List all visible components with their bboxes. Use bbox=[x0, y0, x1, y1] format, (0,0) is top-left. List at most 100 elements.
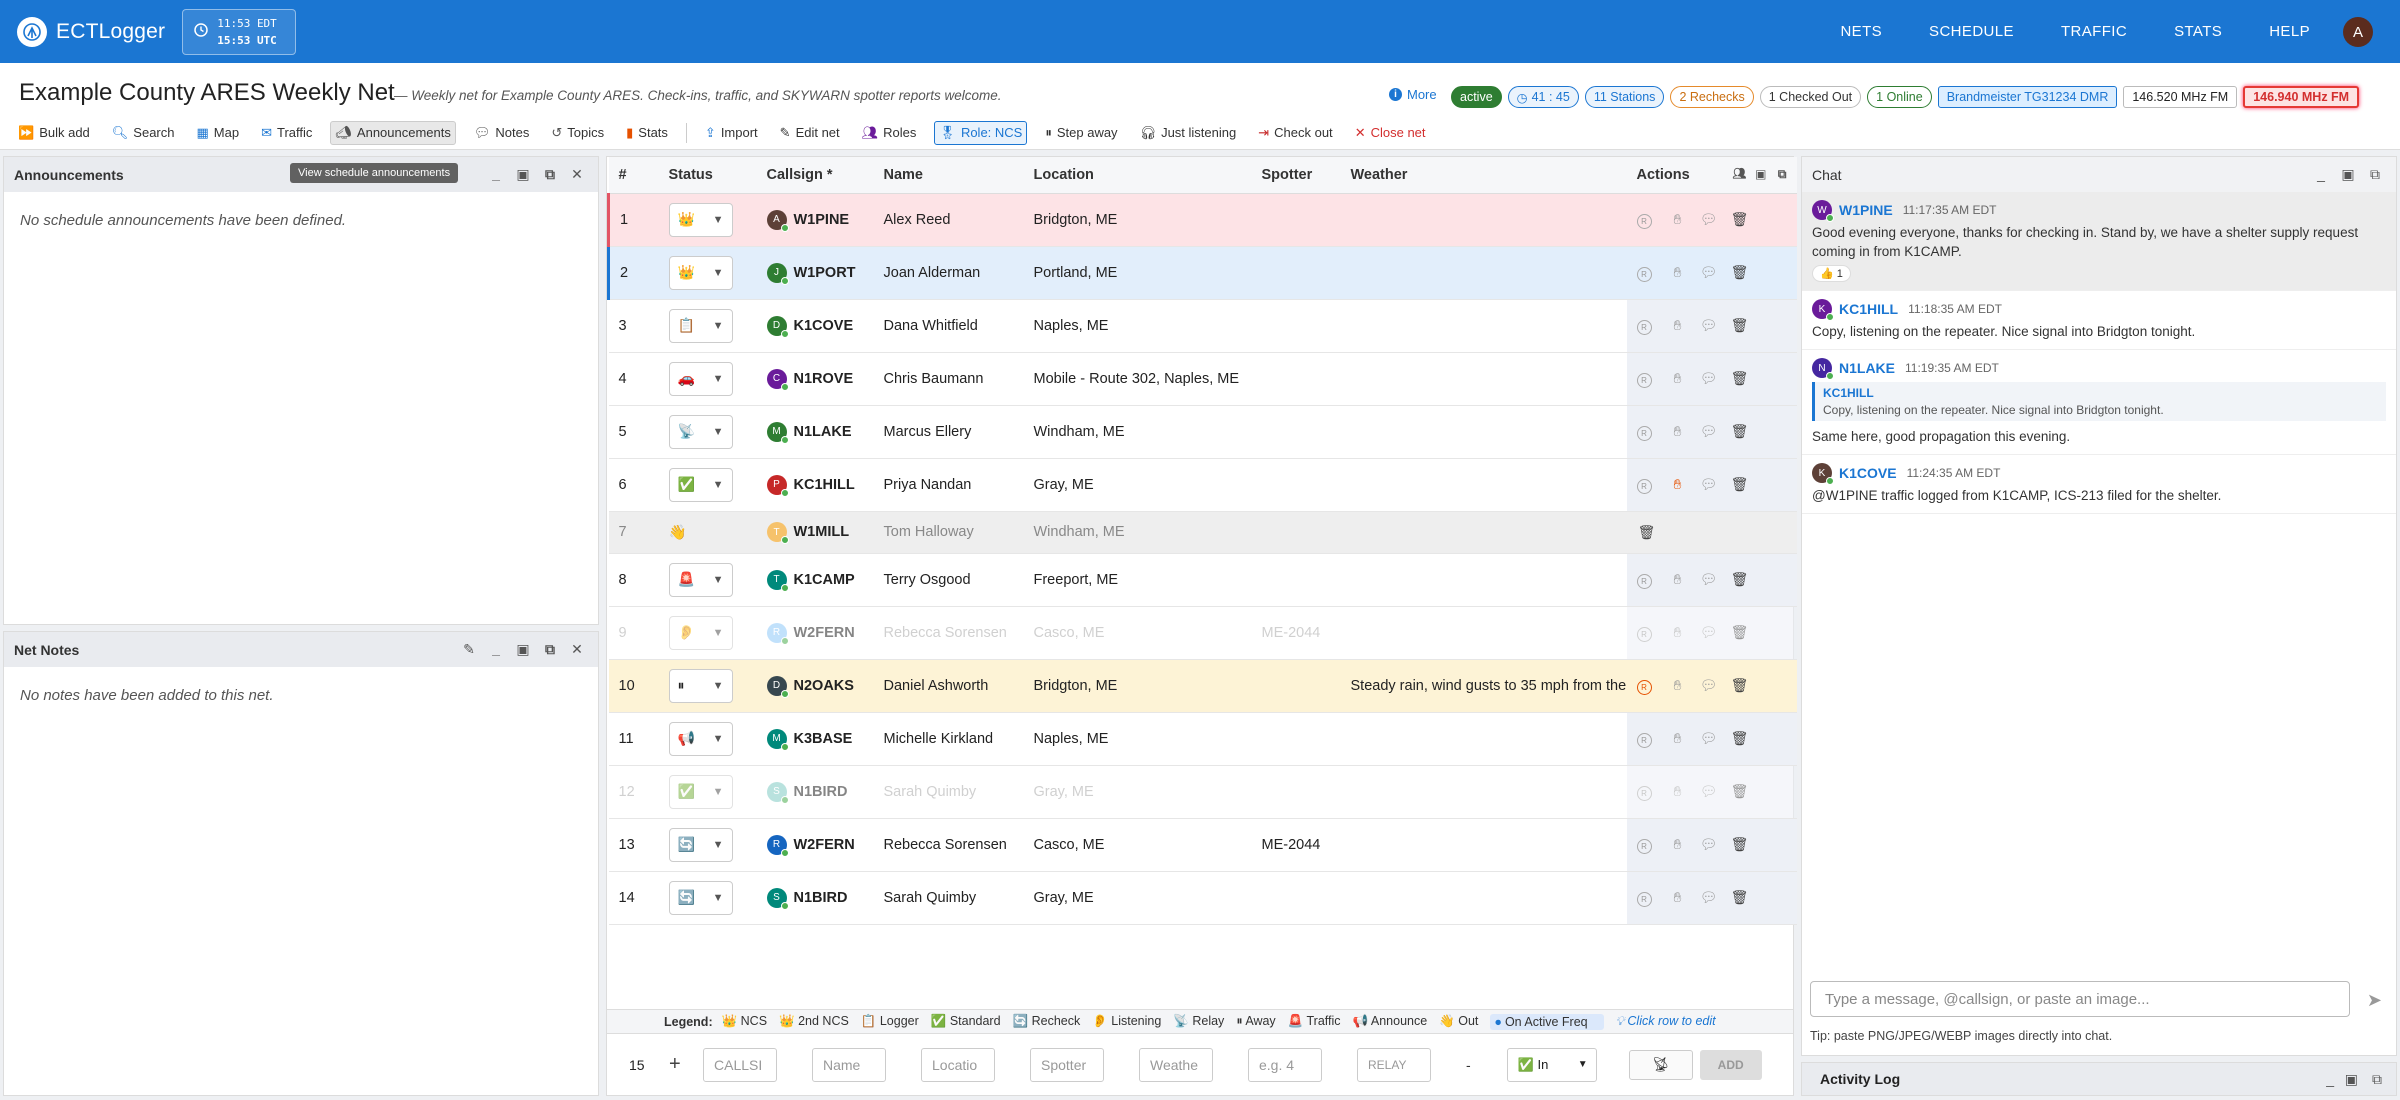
chat-input[interactable]: Type a message, @callsign, or paste an i… bbox=[1810, 981, 2350, 1017]
delete-icon[interactable]: 🗑︎ bbox=[1730, 476, 1750, 493]
hand-raise-icon[interactable]: ✋︎ bbox=[1668, 624, 1688, 641]
status-select[interactable]: 📢 ▼ bbox=[668, 721, 733, 756]
delete-icon[interactable]: 🗑︎ bbox=[1730, 317, 1750, 334]
close-icon[interactable]: ✕ bbox=[568, 165, 586, 183]
row-location[interactable]: Windham, ME bbox=[1023, 405, 1252, 459]
recheck-circle-icon[interactable]: R bbox=[1636, 677, 1657, 695]
status-select[interactable]: 🚗 ▼ bbox=[668, 361, 733, 396]
delete-icon[interactable]: 🗑︎ bbox=[1730, 370, 1750, 387]
status-select[interactable]: 🔄 ▼ bbox=[668, 880, 733, 915]
table-row[interactable]: 11 📢 ▼ M K3BASE Michelle Kirkland Naples, … bbox=[608, 712, 1797, 766]
delete-icon[interactable]: 🗑︎ bbox=[1730, 264, 1750, 281]
row-callsign[interactable]: D K1COVE bbox=[756, 299, 874, 353]
add-button[interactable]: ADD bbox=[1699, 1049, 1762, 1080]
activity-log-header[interactable]: Activity Log _ ▣ ⧉ bbox=[1801, 1062, 2397, 1096]
row-spotter[interactable] bbox=[1251, 712, 1341, 766]
row-callsign[interactable]: R W2FERN bbox=[756, 606, 874, 660]
recheck-circle-icon[interactable]: R bbox=[1636, 624, 1657, 642]
row-spotter[interactable] bbox=[1251, 458, 1341, 512]
hand-raise-icon[interactable]: ✋︎ bbox=[1668, 317, 1688, 334]
minimize-icon[interactable]: _ bbox=[487, 165, 505, 183]
message-callsign[interactable]: N1LAKE bbox=[1839, 360, 1895, 376]
chat-bubble-icon[interactable]: 💬︎ bbox=[1699, 423, 1719, 440]
row-name[interactable]: Terry Osgood bbox=[873, 553, 1024, 607]
chat-bubble-icon[interactable]: 💬︎ bbox=[1699, 476, 1719, 493]
row-weather[interactable] bbox=[1340, 818, 1627, 872]
row-location[interactable]: Bridgton, ME bbox=[1023, 193, 1252, 247]
row-name[interactable]: Daniel Ashworth bbox=[873, 659, 1024, 713]
status-select[interactable]: 👑 ▼ bbox=[668, 202, 733, 237]
nav-traffic[interactable]: TRAFFIC bbox=[2061, 23, 2127, 40]
hand-raise-icon[interactable]: ✋︎ bbox=[1668, 783, 1688, 800]
delete-icon[interactable]: 🗑︎ bbox=[1730, 677, 1750, 694]
recheck-circle-icon[interactable]: R bbox=[1636, 783, 1657, 801]
recheck-circle-icon[interactable]: R bbox=[1636, 730, 1657, 748]
row-callsign[interactable]: D N2OAKS bbox=[756, 659, 874, 713]
relay-input[interactable]: RELAY bbox=[1357, 1047, 1431, 1082]
hand-raise-icon[interactable]: ✋︎ bbox=[1668, 730, 1688, 747]
dock-icon[interactable]: ▣ bbox=[2339, 165, 2357, 183]
nav-schedule[interactable]: SCHEDULE bbox=[1929, 23, 2014, 40]
nav-stats[interactable]: STATS bbox=[2174, 23, 2222, 40]
table-row[interactable]: 1 👑 ▼ A W1PINE Alex Reed Bridgton, ME R ✋︎… bbox=[607, 193, 1797, 247]
table-row[interactable]: 2 👑 ▼ J W1PORT Joan Alderman Portland, ME … bbox=[607, 246, 1797, 300]
weather-input[interactable]: Weathe bbox=[1139, 1047, 1213, 1082]
search-button[interactable]: 🔍︎ Search bbox=[108, 121, 179, 145]
hand-raise-icon[interactable]: ✋︎ bbox=[1668, 423, 1688, 440]
chat-message[interactable]: K K1COVE 11:24:35 AM EDT @W1PINE traffic lo… bbox=[1802, 455, 2396, 514]
table-row[interactable]: 7 👋 T W1MILL Tom Halloway Windham, ME 🗑︎ bbox=[608, 511, 1797, 554]
table-row[interactable]: 4 🚗 ▼ C N1ROVE Chris Baumann Mobile - Rout… bbox=[608, 352, 1797, 406]
row-weather[interactable] bbox=[1340, 299, 1627, 353]
hand-raise-icon[interactable]: ✋︎ bbox=[1668, 476, 1688, 493]
close-net-button[interactable]: ✕ Close net bbox=[1351, 121, 1430, 145]
nav-help[interactable]: HELP bbox=[2269, 23, 2310, 40]
user-avatar[interactable]: A bbox=[2343, 17, 2373, 47]
chat-bubble-icon[interactable]: 💬︎ bbox=[1699, 677, 1719, 694]
status-select[interactable]: 📋 ▼ bbox=[668, 308, 733, 343]
popout-icon[interactable]: ⧉ bbox=[2366, 165, 2384, 183]
row-weather[interactable] bbox=[1340, 712, 1627, 766]
row-name[interactable]: Rebecca Sorensen bbox=[873, 606, 1024, 660]
edit-icon[interactable]: ✎ bbox=[460, 640, 478, 658]
extra-input[interactable]: e.g. 4 bbox=[1248, 1047, 1322, 1082]
row-callsign[interactable]: S N1BIRD bbox=[756, 765, 874, 819]
col-status[interactable]: Status bbox=[658, 157, 757, 194]
row-name[interactable]: Sarah Quimby bbox=[873, 871, 1024, 925]
table-row[interactable]: 10 ⏸ ▼ D N2OAKS Daniel Ashworth Bridgton, … bbox=[608, 659, 1797, 713]
chat-message[interactable]: W W1PINE 11:17:35 AM EDT Good evening every… bbox=[1802, 192, 2396, 291]
row-spotter[interactable] bbox=[1251, 511, 1341, 554]
status-select[interactable]: ✅ ▼ bbox=[668, 467, 733, 502]
popout-icon[interactable]: ⧉ bbox=[2372, 1071, 2382, 1088]
delete-icon[interactable]: 🗑︎ bbox=[1730, 730, 1750, 747]
map-button[interactable]: ▦ Map bbox=[193, 121, 244, 145]
send-icon[interactable]: ➤ bbox=[2367, 990, 2382, 1011]
row-name[interactable]: Priya Nandan bbox=[873, 458, 1024, 512]
row-weather[interactable] bbox=[1340, 871, 1627, 925]
roles-button[interactable]: 👥︎ Roles bbox=[858, 121, 921, 145]
table-row[interactable]: 12 ✅ ▼ S N1BIRD Sarah Quimby Gray, ME R ✋︎… bbox=[608, 765, 1797, 819]
traffic-button[interactable]: ✉ Traffic bbox=[257, 121, 316, 145]
table-row[interactable]: 3 📋 ▼ D K1COVE Dana Whitfield Naples, ME R… bbox=[608, 299, 1797, 353]
row-spotter[interactable] bbox=[1251, 246, 1341, 300]
add-row-plus-icon[interactable]: + bbox=[669, 1053, 703, 1076]
delete-icon[interactable]: 🗑︎ bbox=[1730, 889, 1750, 906]
delete-icon[interactable]: 🗑︎ bbox=[1730, 423, 1750, 440]
name-input[interactable]: Name bbox=[812, 1047, 886, 1082]
row-callsign[interactable]: T W1MILL bbox=[756, 511, 874, 554]
chat-message[interactable]: K KC1HILL 11:18:35 AM EDT Copy, listening o… bbox=[1802, 291, 2396, 350]
topics-button[interactable]: ↺ Topics bbox=[547, 121, 608, 145]
recheck-circle-icon[interactable]: R bbox=[1636, 264, 1657, 282]
recheck-circle-icon[interactable]: R bbox=[1636, 317, 1657, 335]
brand[interactable]: ECTLogger bbox=[17, 16, 165, 47]
row-callsign[interactable]: T K1CAMP bbox=[756, 553, 874, 607]
notes-button[interactable]: 💬︎ Notes bbox=[470, 121, 533, 145]
recheck-circle-icon[interactable]: R bbox=[1636, 836, 1657, 854]
col-weather[interactable]: Weather bbox=[1340, 157, 1627, 194]
row-spotter[interactable] bbox=[1251, 553, 1341, 607]
spotter-input[interactable]: Spotter bbox=[1030, 1047, 1104, 1082]
row-weather[interactable] bbox=[1340, 553, 1627, 607]
chat-bubble-icon[interactable]: 💬︎ bbox=[1699, 571, 1719, 588]
row-spotter[interactable] bbox=[1251, 405, 1341, 459]
popout-icon[interactable]: ⧉ bbox=[541, 165, 559, 183]
hand-raise-icon[interactable]: ✋︎ bbox=[1668, 677, 1688, 694]
